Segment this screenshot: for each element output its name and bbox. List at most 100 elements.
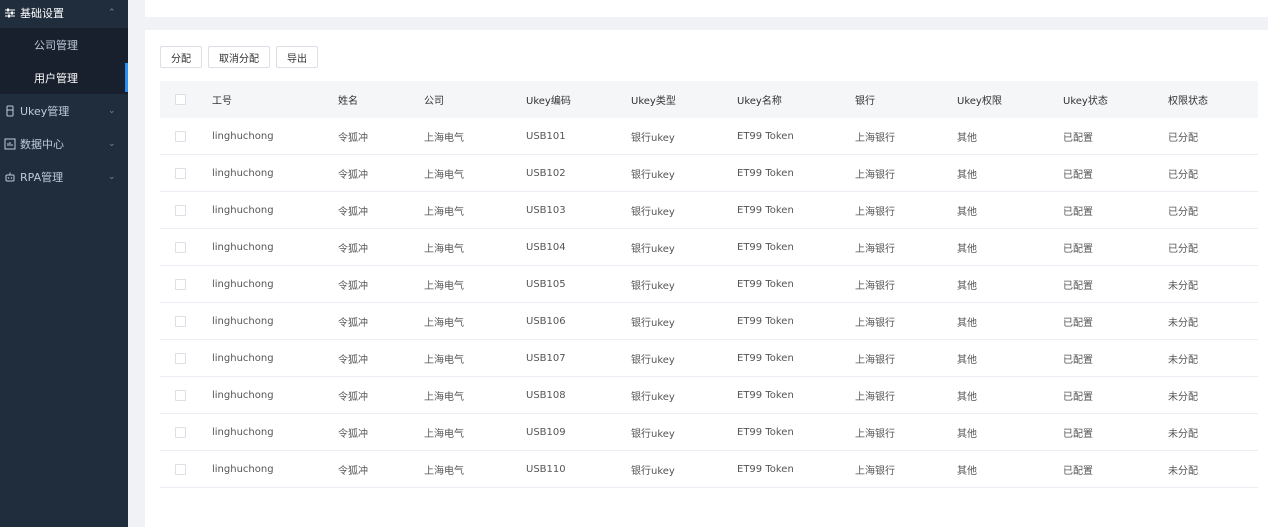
row-checkbox[interactable]	[175, 204, 186, 216]
table-cell: ET99 Token	[737, 278, 794, 290]
table-row[interactable]: linghuchong 令狐冲 上海电气 USB101 银行ukey ET99 Token…	[160, 118, 1258, 155]
row-checkbox[interactable]	[175, 389, 186, 401]
table-cell: 令狐冲	[338, 280, 368, 292]
robot-icon	[4, 171, 16, 183]
table-row[interactable]: linghuchong 令狐冲 上海电气 USB107 银行ukey ET99 Token…	[160, 340, 1258, 377]
table-cell: linghuchong	[212, 130, 274, 142]
table-cell: USB109	[526, 426, 566, 438]
select-all-checkbox[interactable]	[175, 94, 186, 105]
table-cell: linghuchong	[212, 241, 274, 253]
submenu-label: 用户管理	[34, 71, 78, 85]
column-header: 公司	[424, 96, 444, 107]
table-row[interactable]: linghuchong 令狐冲 上海电气 USB104 银行ukey ET99 Token…	[160, 229, 1258, 266]
menu-data-center[interactable]: 数据中心 ⌄	[0, 127, 128, 160]
top-card	[145, 0, 1268, 17]
table-cell: 未分配	[1168, 391, 1198, 403]
row-checkbox[interactable]	[175, 463, 186, 475]
table-cell: 上海银行	[855, 465, 895, 477]
table-cell: 已配置	[1063, 280, 1093, 292]
table-body: linghuchong 令狐冲 上海电气 USB101 银行ukey ET99 Token…	[160, 118, 1258, 488]
table-cell: linghuchong	[212, 426, 274, 438]
table-cell: ET99 Token	[737, 463, 794, 475]
row-checkbox[interactable]	[175, 241, 186, 253]
table-cell: 其他	[957, 243, 977, 255]
table-cell: 已分配	[1168, 243, 1198, 255]
table-cell: 银行ukey	[631, 428, 675, 440]
table-cell: 令狐冲	[338, 465, 368, 477]
toolbar: 分配 取消分配 导出	[160, 46, 318, 68]
table-cell: 令狐冲	[338, 243, 368, 255]
table-cell: USB104	[526, 241, 566, 253]
table-cell: 银行ukey	[631, 243, 675, 255]
submenu-item-users[interactable]: 用户管理	[0, 61, 128, 94]
assign-button[interactable]: 分配	[160, 46, 202, 68]
unassign-button[interactable]: 取消分配	[208, 46, 270, 68]
table-cell: 已分配	[1168, 169, 1198, 181]
table-cell: 已配置	[1063, 206, 1093, 218]
table-cell: 令狐冲	[338, 206, 368, 218]
column-header: Ukey名称	[737, 96, 782, 107]
table-row[interactable]: linghuchong 令狐冲 上海电气 USB110 银行ukey ET99 Token…	[160, 451, 1258, 488]
table-cell: 未分配	[1168, 280, 1198, 292]
row-checkbox[interactable]	[175, 130, 186, 142]
table-cell: 令狐冲	[338, 169, 368, 181]
row-checkbox[interactable]	[175, 352, 186, 364]
row-checkbox[interactable]	[175, 426, 186, 438]
table-cell: 银行ukey	[631, 465, 675, 477]
table-cell: ET99 Token	[737, 389, 794, 401]
sidebar: 基础设置 ⌃ 公司管理 用户管理 Ukey管理 ⌄ 数据中心 ⌄ RPA管理 ⌄	[0, 0, 128, 527]
table-row[interactable]: linghuchong 令狐冲 上海电气 USB103 银行ukey ET99 Token…	[160, 192, 1258, 229]
row-checkbox[interactable]	[175, 315, 186, 327]
table-cell: 上海银行	[855, 169, 895, 181]
table-cell: linghuchong	[212, 389, 274, 401]
table-cell: linghuchong	[212, 315, 274, 327]
table-cell: USB101	[526, 130, 566, 142]
table-cell: 上海银行	[855, 132, 895, 144]
table-cell: 已配置	[1063, 354, 1093, 366]
table-cell: 已配置	[1063, 465, 1093, 477]
table-cell: USB103	[526, 204, 566, 216]
table-cell: 银行ukey	[631, 206, 675, 218]
submenu-item-company[interactable]: 公司管理	[0, 28, 128, 61]
row-checkbox[interactable]	[175, 167, 186, 179]
menu-ukey[interactable]: Ukey管理 ⌄	[0, 94, 128, 127]
table-row[interactable]: linghuchong 令狐冲 上海电气 USB109 银行ukey ET99 Token…	[160, 414, 1258, 451]
table-cell: USB107	[526, 352, 566, 364]
table-cell: 其他	[957, 169, 977, 181]
table-cell: ET99 Token	[737, 204, 794, 216]
table-cell: ET99 Token	[737, 315, 794, 327]
table-cell: 其他	[957, 280, 977, 292]
table-cell: 已分配	[1168, 132, 1198, 144]
table-cell: 上海银行	[855, 428, 895, 440]
table-cell: 已配置	[1063, 391, 1093, 403]
table-row[interactable]: linghuchong 令狐冲 上海电气 USB102 银行ukey ET99 Token…	[160, 155, 1258, 192]
table-cell: 未分配	[1168, 465, 1198, 477]
table-cell: 令狐冲	[338, 354, 368, 366]
table-cell: 上海电气	[424, 206, 464, 218]
table-cell: 其他	[957, 317, 977, 329]
table-cell: 银行ukey	[631, 391, 675, 403]
table-cell: 已配置	[1063, 243, 1093, 255]
table-cell: 上海电气	[424, 391, 464, 403]
export-button[interactable]: 导出	[276, 46, 318, 68]
menu-rpa[interactable]: RPA管理 ⌄	[0, 160, 128, 193]
row-checkbox[interactable]	[175, 278, 186, 290]
column-header: 权限状态	[1168, 96, 1208, 107]
menu-label: 基础设置	[20, 7, 64, 20]
table-row[interactable]: linghuchong 令狐冲 上海电气 USB105 银行ukey ET99 Token…	[160, 266, 1258, 303]
table-header: 工号 姓名 公司 Ukey编码 Ukey类型 Ukey名称 银行 Ukey权限 …	[160, 81, 1258, 118]
table-cell: 上海银行	[855, 243, 895, 255]
menu-label: RPA管理	[20, 170, 64, 184]
table-row[interactable]: linghuchong 令狐冲 上海电气 USB106 银行ukey ET99 Token…	[160, 303, 1258, 340]
menu-basic-settings[interactable]: 基础设置 ⌃	[0, 0, 128, 26]
table-cell: 上海银行	[855, 280, 895, 292]
table-cell: 上海银行	[855, 354, 895, 366]
table-cell: 上海电气	[424, 354, 464, 366]
table-cell: USB102	[526, 167, 566, 179]
table-cell: 上海银行	[855, 391, 895, 403]
table-row[interactable]: linghuchong 令狐冲 上海电气 USB108 银行ukey ET99 Token…	[160, 377, 1258, 414]
column-header: Ukey状态	[1063, 96, 1108, 107]
column-header: Ukey权限	[957, 96, 1002, 107]
chevron-down-icon: ⌄	[108, 105, 116, 116]
column-header: Ukey类型	[631, 96, 676, 107]
